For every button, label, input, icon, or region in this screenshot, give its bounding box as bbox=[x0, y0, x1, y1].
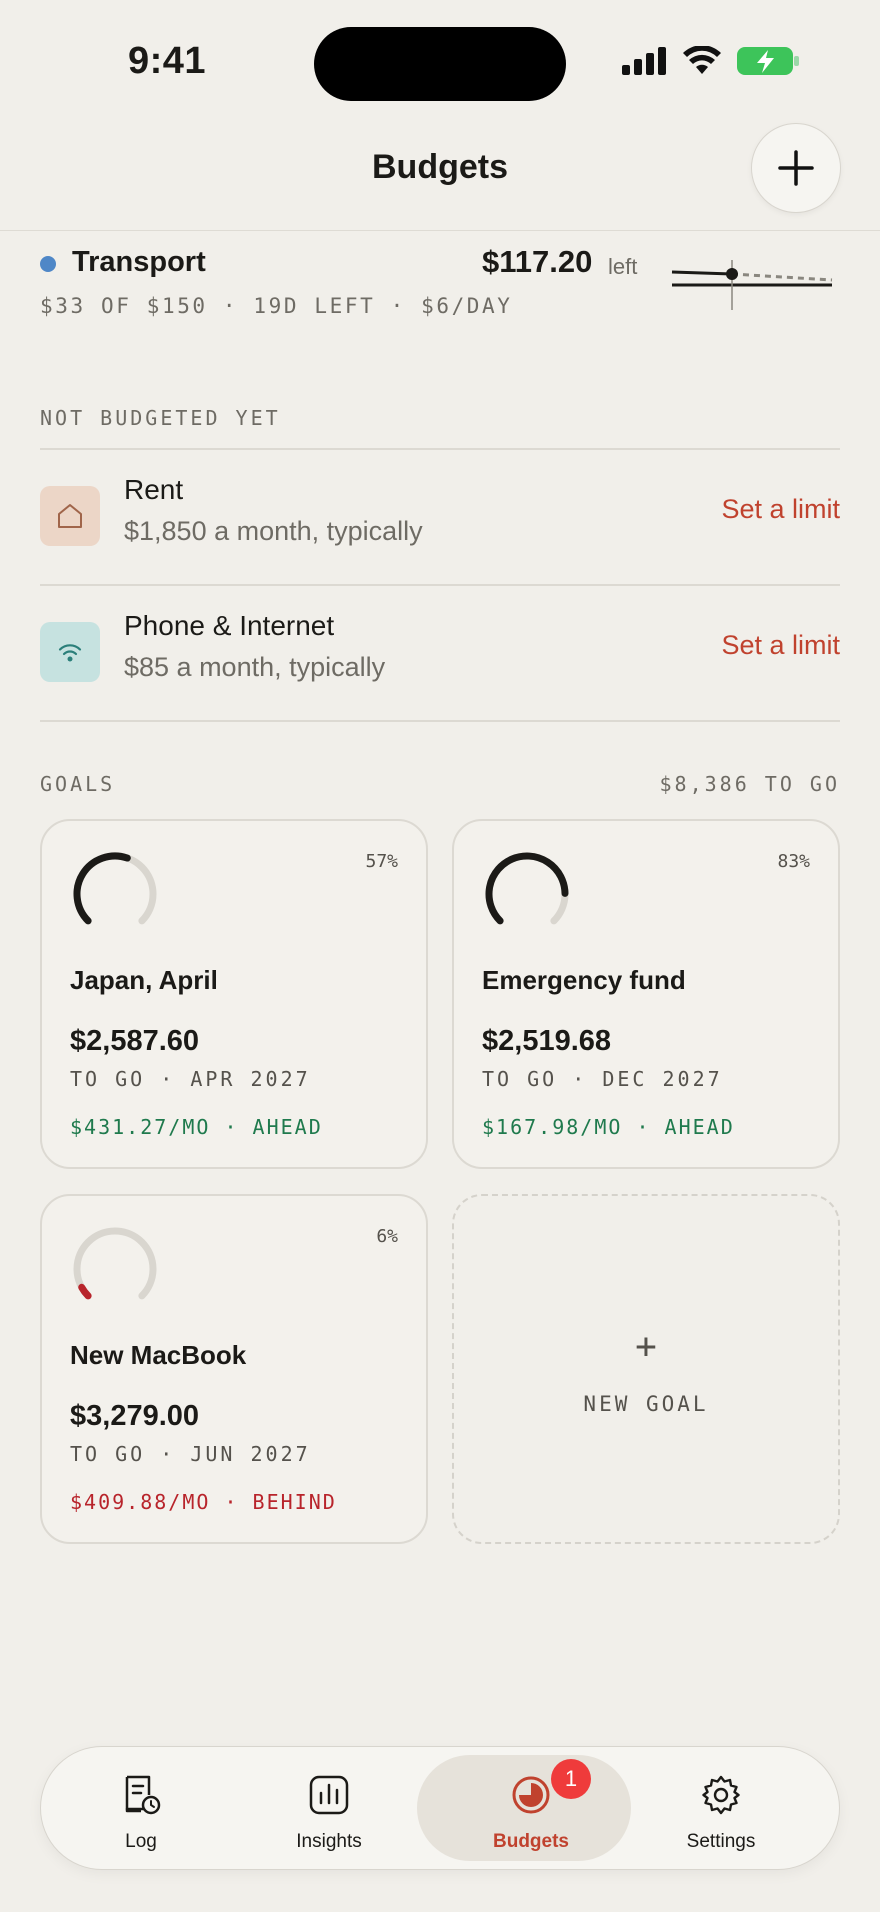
tab-label: Budgets bbox=[493, 1831, 569, 1852]
tab-label: Log bbox=[125, 1831, 157, 1852]
status-time: 9:41 bbox=[128, 40, 207, 82]
plus-icon bbox=[778, 150, 814, 186]
notification-badge: 1 bbox=[551, 1759, 591, 1799]
wifi-icon bbox=[40, 622, 100, 682]
progress-track bbox=[73, 1227, 157, 1300]
set-limit-button[interactable]: Set a limit bbox=[721, 630, 840, 661]
goal-monthly-rate: $431.27/MO · AHEAD bbox=[70, 1115, 323, 1139]
tab-label: Settings bbox=[686, 1831, 756, 1852]
goal-amount-to-go: $3,279.00 bbox=[70, 1400, 200, 1432]
typical-spend: $85 a month, typically bbox=[124, 652, 386, 682]
tab-budgets[interactable]: 1 Budgets bbox=[417, 1747, 631, 1869]
goal-card-emergency-fund[interactable]: 83% Emergency fund $2,519.68 TO GO · DEC… bbox=[452, 819, 840, 1169]
goal-deadline: TO GO · JUN 2027 bbox=[70, 1442, 311, 1466]
goal-card-new-macbook[interactable]: 6% New MacBook $3,279.00 TO GO · JUN 202… bbox=[40, 1194, 428, 1544]
goal-deadline: TO GO · APR 2027 bbox=[70, 1067, 311, 1091]
receipt-clock-icon bbox=[125, 1775, 161, 1815]
plus-icon: + bbox=[635, 1326, 657, 1367]
category-name: Transport bbox=[72, 246, 206, 278]
status-icons bbox=[622, 46, 800, 76]
goals-section-label: GOALS bbox=[40, 772, 116, 796]
tab-settings[interactable]: Settings bbox=[621, 1747, 821, 1869]
goal-name: Japan, April bbox=[70, 965, 218, 995]
dynamic-island bbox=[314, 27, 566, 101]
remaining-label: left bbox=[608, 254, 638, 279]
progress-fill bbox=[78, 1283, 92, 1300]
goal-card-japan[interactable]: 57% Japan, April $2,587.60 TO GO · APR 2… bbox=[40, 819, 428, 1169]
progress-fill bbox=[73, 852, 131, 925]
battery-charging-icon bbox=[737, 47, 799, 75]
goal-monthly-rate: $409.88/MO · BEHIND bbox=[70, 1490, 337, 1514]
tab-log[interactable]: Log bbox=[41, 1747, 241, 1869]
category-color-dot bbox=[40, 256, 56, 272]
goal-percent: 83% bbox=[777, 851, 810, 872]
goal-progress-ring bbox=[73, 852, 157, 925]
pie-chart-icon bbox=[512, 1776, 550, 1814]
tab-label: Insights bbox=[296, 1831, 362, 1852]
budget-summary: $33 OF $150 · 19D LEFT · $6/DAY bbox=[40, 294, 513, 318]
add-budget-button[interactable] bbox=[751, 123, 841, 213]
goal-percent: 57% bbox=[365, 851, 398, 872]
new-goal-label: NEW GOAL bbox=[583, 1392, 709, 1416]
tab-insights[interactable]: Insights bbox=[229, 1747, 429, 1869]
goal-monthly-rate: $167.98/MO · AHEAD bbox=[482, 1115, 735, 1139]
cellular-signal-icon bbox=[622, 47, 666, 75]
goal-name: Emergency fund bbox=[482, 965, 686, 995]
home-icon bbox=[40, 486, 100, 546]
unbudgeted-row-phone-internet[interactable]: Phone & Internet $85 a month, typically … bbox=[40, 586, 840, 720]
goal-name: New MacBook bbox=[70, 1340, 247, 1370]
remaining-amount: $117.20 bbox=[482, 244, 593, 279]
page-title: Budgets bbox=[372, 148, 508, 186]
goal-progress-ring bbox=[485, 852, 569, 925]
budget-row-transport[interactable]: Transport $117.20 left $33 OF $150 · 19D… bbox=[40, 244, 840, 326]
category-name: Rent bbox=[124, 474, 184, 505]
goal-progress-ring bbox=[73, 1227, 157, 1300]
goals-total-remaining: $8,386 TO GO bbox=[659, 772, 840, 796]
bar-chart-icon bbox=[309, 1775, 349, 1815]
goal-amount-to-go: $2,587.60 bbox=[70, 1025, 200, 1057]
goal-percent: 6% bbox=[376, 1226, 398, 1247]
spending-pace-sparkline bbox=[671, 260, 833, 310]
goal-deadline: TO GO · DEC 2027 bbox=[482, 1067, 723, 1091]
category-name: Phone & Internet bbox=[124, 610, 335, 641]
gear-icon bbox=[702, 1775, 740, 1815]
tab-bar: Log Insights 1 Budgets Settings bbox=[40, 1746, 840, 1870]
new-goal-button[interactable]: + NEW GOAL bbox=[452, 1194, 840, 1544]
progress-fill bbox=[485, 852, 569, 925]
wifi-signal-icon bbox=[683, 46, 721, 74]
typical-spend: $1,850 a month, typically bbox=[124, 516, 423, 546]
unbudgeted-row-rent[interactable]: Rent $1,850 a month, typically Set a lim… bbox=[40, 450, 840, 584]
header: 9:41 Budgets bbox=[0, 0, 880, 231]
divider bbox=[40, 720, 840, 722]
not-budgeted-section-label: NOT BUDGETED YET bbox=[40, 406, 281, 430]
goal-amount-to-go: $2,519.68 bbox=[482, 1025, 612, 1057]
set-limit-button[interactable]: Set a limit bbox=[721, 494, 840, 525]
